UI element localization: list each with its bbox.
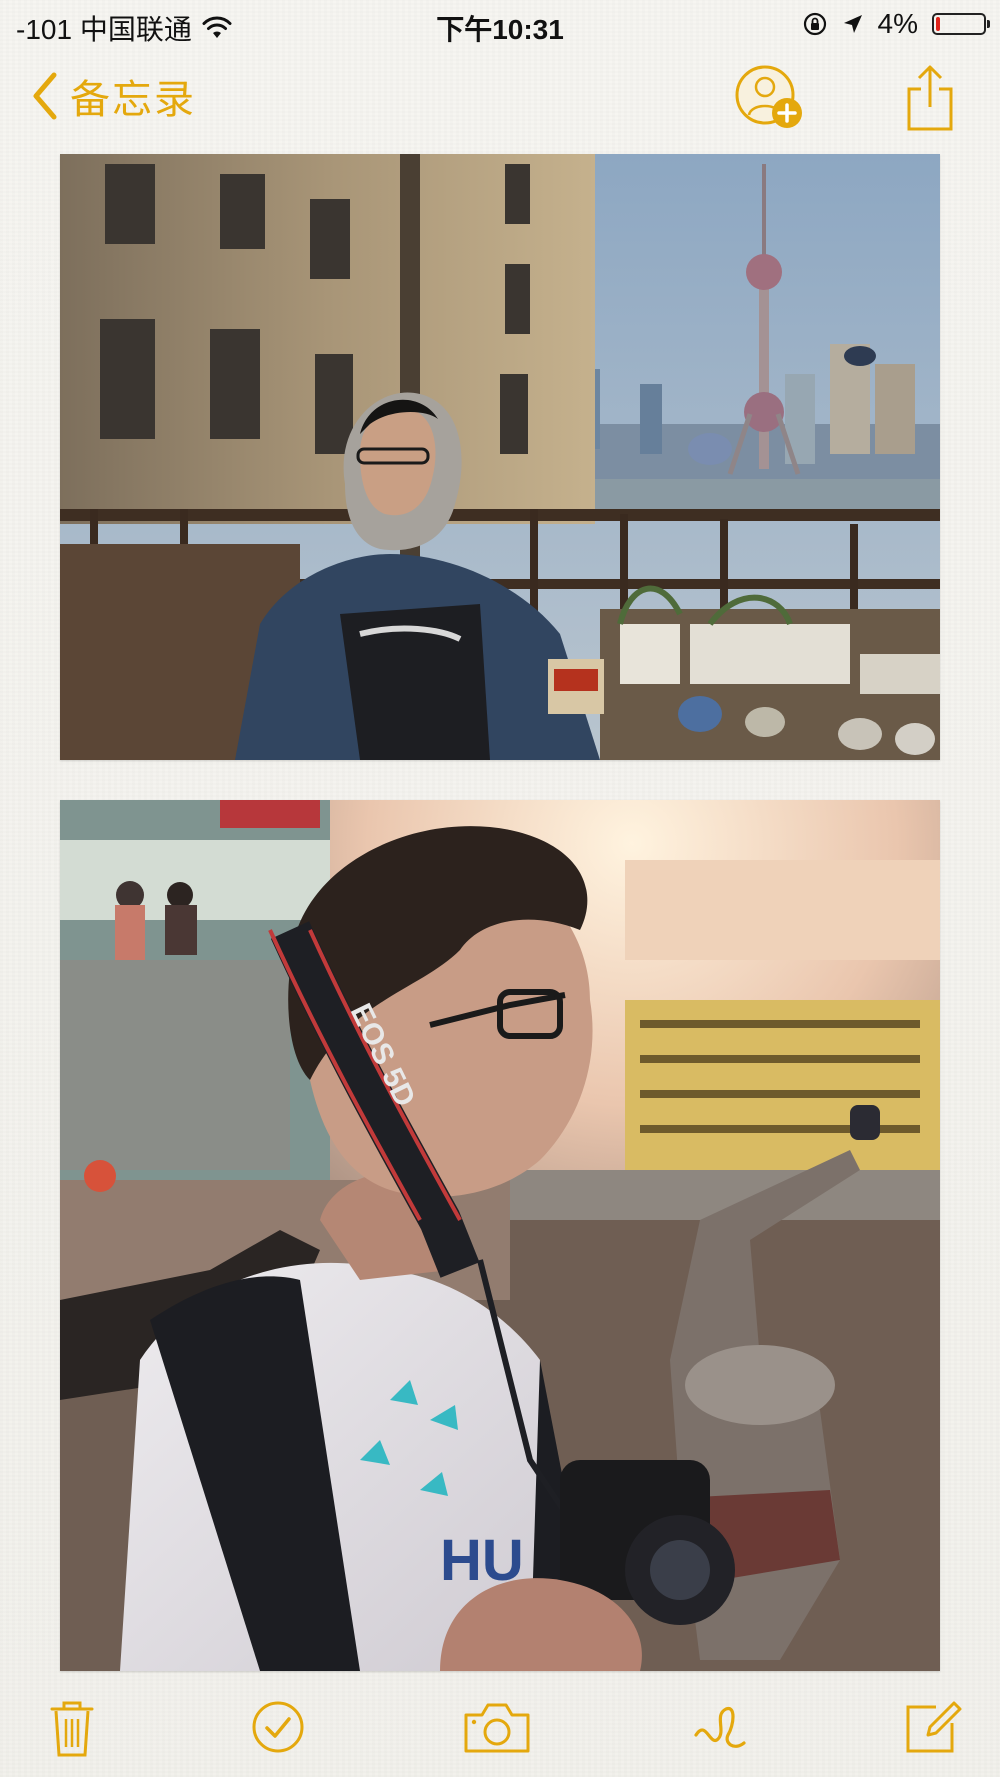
share-button[interactable]	[905, 63, 955, 133]
battery-icon	[932, 13, 990, 35]
compose-icon	[906, 1701, 962, 1753]
bottom-toolbar	[0, 1677, 1000, 1777]
add-person-button[interactable]	[735, 63, 805, 133]
photo-bund-rooftop[interactable]	[60, 154, 940, 760]
back-button[interactable]: 备忘录	[30, 67, 196, 125]
photo-bund-rooftop-image	[60, 154, 940, 760]
back-label: 备忘录	[70, 78, 196, 122]
photo-street-camera[interactable]: HU EOS 5D	[60, 800, 940, 1671]
trash-icon	[50, 1701, 94, 1757]
photo-street-camera-image: HU EOS 5D	[60, 800, 940, 1671]
chevron-left-icon	[33, 72, 57, 120]
camera-icon	[464, 1703, 530, 1753]
navigation-bar: 备忘录	[0, 55, 1000, 145]
checklist-icon	[252, 1701, 304, 1753]
status-right: 4%	[802, 8, 990, 40]
delete-button[interactable]	[40, 1695, 104, 1759]
checklist-button[interactable]	[246, 1695, 310, 1759]
status-bar: -101 中国联通 下午10:31 4%	[0, 0, 1000, 50]
orientation-lock-icon	[803, 12, 826, 36]
camera-button[interactable]	[460, 1695, 534, 1759]
add-person-icon	[735, 65, 802, 128]
battery-percent: 4%	[877, 8, 918, 39]
location-arrow-icon	[843, 15, 862, 33]
sketch-icon	[694, 1706, 746, 1748]
share-icon	[907, 65, 953, 131]
compose-button[interactable]	[900, 1695, 964, 1759]
battery-level-fill	[936, 17, 940, 31]
sketch-button[interactable]	[688, 1695, 752, 1759]
